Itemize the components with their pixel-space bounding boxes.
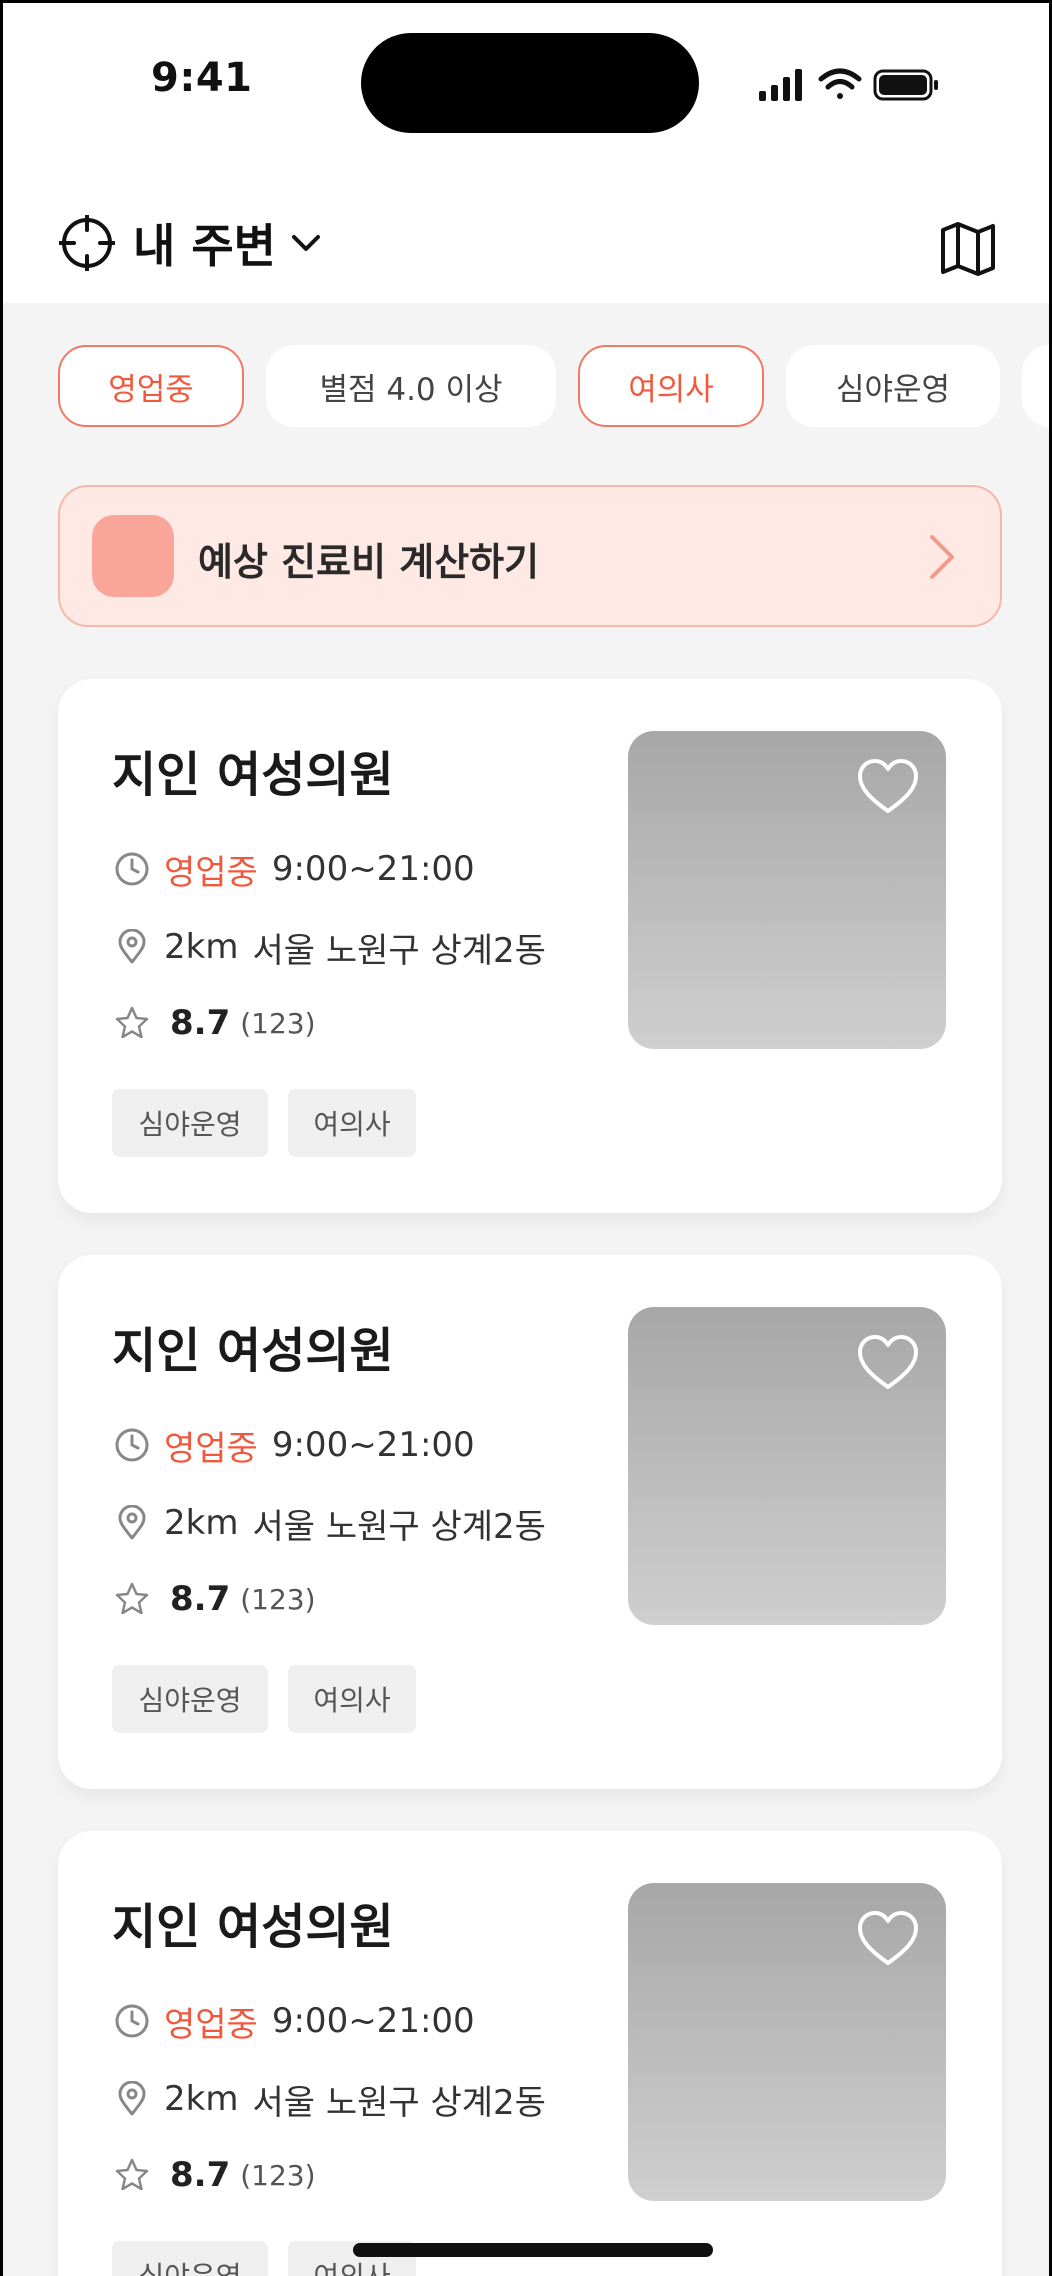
hours-row: 영업중 9:00~21:00: [114, 847, 475, 893]
chevron-right-icon: [930, 535, 954, 579]
clinic-name: 지인 여성의원: [112, 747, 394, 803]
clinic-card[interactable]: 지인 여성의원 영업중 9:00~21:00 2km 서울 노원구 상계2동 8…: [58, 1255, 1002, 1789]
review-count: (123): [240, 1006, 316, 1040]
map-pin-icon: [118, 929, 146, 964]
opening-hours: 9:00~21:00: [271, 2001, 475, 2041]
filter-chip-more[interactable]: [1022, 345, 1049, 427]
tag-female-doctor: 여의사: [288, 1089, 416, 1157]
review-count: (123): [240, 2158, 316, 2192]
clinic-tags: 심야운영 여의사: [112, 1089, 416, 1157]
crosshair-icon: [59, 215, 115, 271]
open-status: 영업중: [164, 1428, 258, 1469]
star-icon: [115, 1582, 149, 1615]
filter-chip-rating[interactable]: 별점 4.0 이상: [266, 345, 556, 427]
location-row: 2km 서울 노원구 상계2동: [114, 925, 546, 971]
review-count: (123): [240, 1582, 316, 1616]
address: 서울 노원구 상계2동: [252, 2082, 546, 2123]
rating-row: 8.7 (123): [114, 1577, 316, 1621]
star-icon: [115, 1006, 149, 1039]
banner-label: 예상 진료비 계산하기: [198, 540, 540, 584]
map-pin-icon: [118, 1505, 146, 1540]
distance: 2km: [164, 2079, 239, 2119]
rating-value: 8.7: [170, 2155, 231, 2195]
opening-hours: 9:00~21:00: [271, 849, 475, 889]
clinic-card[interactable]: 지인 여성의원 영업중 9:00~21:00 2km 서울 노원구 상계2동 8…: [58, 1831, 1002, 2276]
filter-chip-female-doctor[interactable]: 여의사: [578, 345, 764, 427]
clinic-photo: [628, 1307, 946, 1625]
hours-row: 영업중 9:00~21:00: [114, 1423, 475, 1469]
map-icon[interactable]: [938, 218, 998, 278]
chevron-down-icon: [291, 235, 320, 251]
heart-icon[interactable]: [856, 757, 920, 817]
clock-icon: [115, 2004, 149, 2038]
address: 서울 노원구 상계2동: [252, 1506, 546, 1547]
app-header: 내 주변: [3, 159, 1049, 303]
location-row: 2km 서울 노원구 상계2동: [114, 1501, 546, 1547]
rating-value: 8.7: [170, 1003, 231, 1043]
filter-chips: 영업중 별점 4.0 이상 여의사 심야운영: [58, 345, 1049, 427]
filter-chip-open-now[interactable]: 영업중: [58, 345, 244, 427]
status-time: 9:41: [151, 55, 253, 101]
dynamic-island: [361, 33, 699, 133]
clinic-photo: [628, 1883, 946, 2201]
open-status: 영업중: [164, 2004, 258, 2045]
location-row: 2km 서울 노원구 상계2동: [114, 2077, 546, 2123]
heart-icon[interactable]: [856, 1333, 920, 1393]
address: 서울 노원구 상계2동: [252, 930, 546, 971]
banner-thumbnail: [92, 515, 174, 597]
location-label: 내 주변: [133, 219, 276, 273]
cost-calculator-banner[interactable]: 예상 진료비 계산하기: [58, 485, 1002, 627]
filter-chip-late-night[interactable]: 심야운영: [786, 345, 1000, 427]
rating-value: 8.7: [170, 1579, 231, 1619]
clinic-name: 지인 여성의원: [112, 1899, 394, 1955]
tag-female-doctor: 여의사: [288, 1665, 416, 1733]
rating-row: 8.7 (123): [114, 2153, 316, 2197]
clinic-name: 지인 여성의원: [112, 1323, 394, 1379]
clinic-card[interactable]: 지인 여성의원 영업중 9:00~21:00 2km 서울 노원구 상계2동 8…: [58, 679, 1002, 1213]
star-icon: [115, 2158, 149, 2191]
distance: 2km: [164, 927, 239, 967]
hours-row: 영업중 9:00~21:00: [114, 1999, 475, 2045]
open-status: 영업중: [164, 852, 258, 893]
tag-late-night: 심야운영: [112, 2241, 268, 2276]
home-indicator[interactable]: [353, 2243, 713, 2257]
status-bar: 9:41: [3, 3, 1049, 159]
rating-row: 8.7 (123): [114, 1001, 316, 1045]
clinic-tags: 심야운영 여의사: [112, 1665, 416, 1733]
status-icons: [759, 68, 938, 101]
map-pin-icon: [118, 2081, 146, 2116]
opening-hours: 9:00~21:00: [271, 1425, 475, 1465]
phone-screen: 9:41 내 주변 영업중 별점 4.0 이상 여의사 심야운영 예상 진료비 …: [3, 3, 1049, 2276]
distance: 2km: [164, 1503, 239, 1543]
clinic-photo: [628, 731, 946, 1049]
tag-late-night: 심야운영: [112, 1089, 268, 1157]
location-selector[interactable]: 내 주변: [59, 213, 324, 273]
battery-icon: [873, 69, 938, 101]
heart-icon[interactable]: [856, 1909, 920, 1969]
clock-icon: [115, 852, 149, 886]
tag-late-night: 심야운영: [112, 1665, 268, 1733]
cellular-signal-icon: [759, 69, 802, 101]
wifi-icon: [818, 68, 862, 99]
clock-icon: [115, 1428, 149, 1462]
